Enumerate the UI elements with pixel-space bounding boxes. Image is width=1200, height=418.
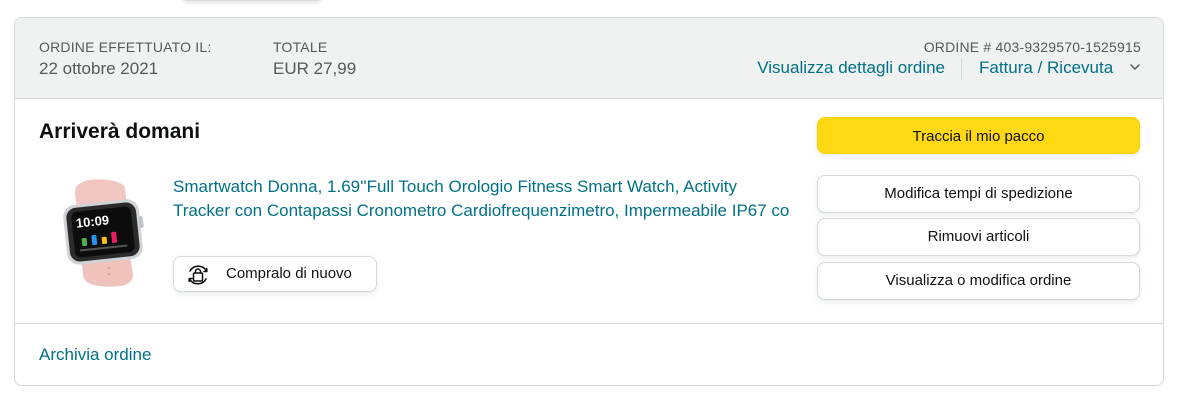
view-order-details-link[interactable]: Visualizza dettagli ordine (757, 58, 945, 78)
pink-smartwatch-image[interactable]: 10:09 (53, 178, 147, 288)
product-title-link[interactable]: Smartwatch Donna, 1.69''Full Touch Orolo… (173, 175, 793, 222)
order-number: ORDINE # 403-9329570-1525915 (923, 39, 1141, 55)
delivery-status-title: Arriverà domani (39, 120, 201, 143)
view-edit-order-button[interactable]: Visualizza o modifica ordine (817, 262, 1140, 300)
remove-items-button[interactable]: Rimuovi articoli (817, 218, 1140, 256)
track-package-button[interactable]: Traccia il mio pacco (817, 117, 1140, 154)
archive-order-link[interactable]: Archivia ordine (39, 345, 151, 365)
order-card: ORDINE EFFETTUATO IL: 22 ottobre 2021 TO… (14, 17, 1164, 386)
buy-again-button[interactable]: Compralo di nuovo (173, 256, 377, 292)
buy-again-label: Compralo di nuovo (226, 265, 352, 282)
order-placed-label: ORDINE EFFETTUATO IL: (39, 39, 212, 55)
total-label: TOTALE (273, 39, 328, 55)
invoice-link[interactable]: Fattura / Ricevuta (979, 58, 1113, 78)
previous-tab-edge (181, 0, 323, 1)
chevron-down-icon[interactable] (1129, 61, 1141, 73)
header-link-divider (961, 58, 962, 80)
order-header: ORDINE EFFETTUATO IL: 22 ottobre 2021 TO… (15, 18, 1163, 99)
total-value: EUR 27,99 (273, 59, 357, 78)
order-date: 22 ottobre 2021 (39, 59, 159, 78)
footer-divider (15, 323, 1163, 324)
buy-again-icon (188, 265, 208, 285)
change-delivery-time-button[interactable]: Modifica tempi di spedizione (817, 175, 1140, 213)
